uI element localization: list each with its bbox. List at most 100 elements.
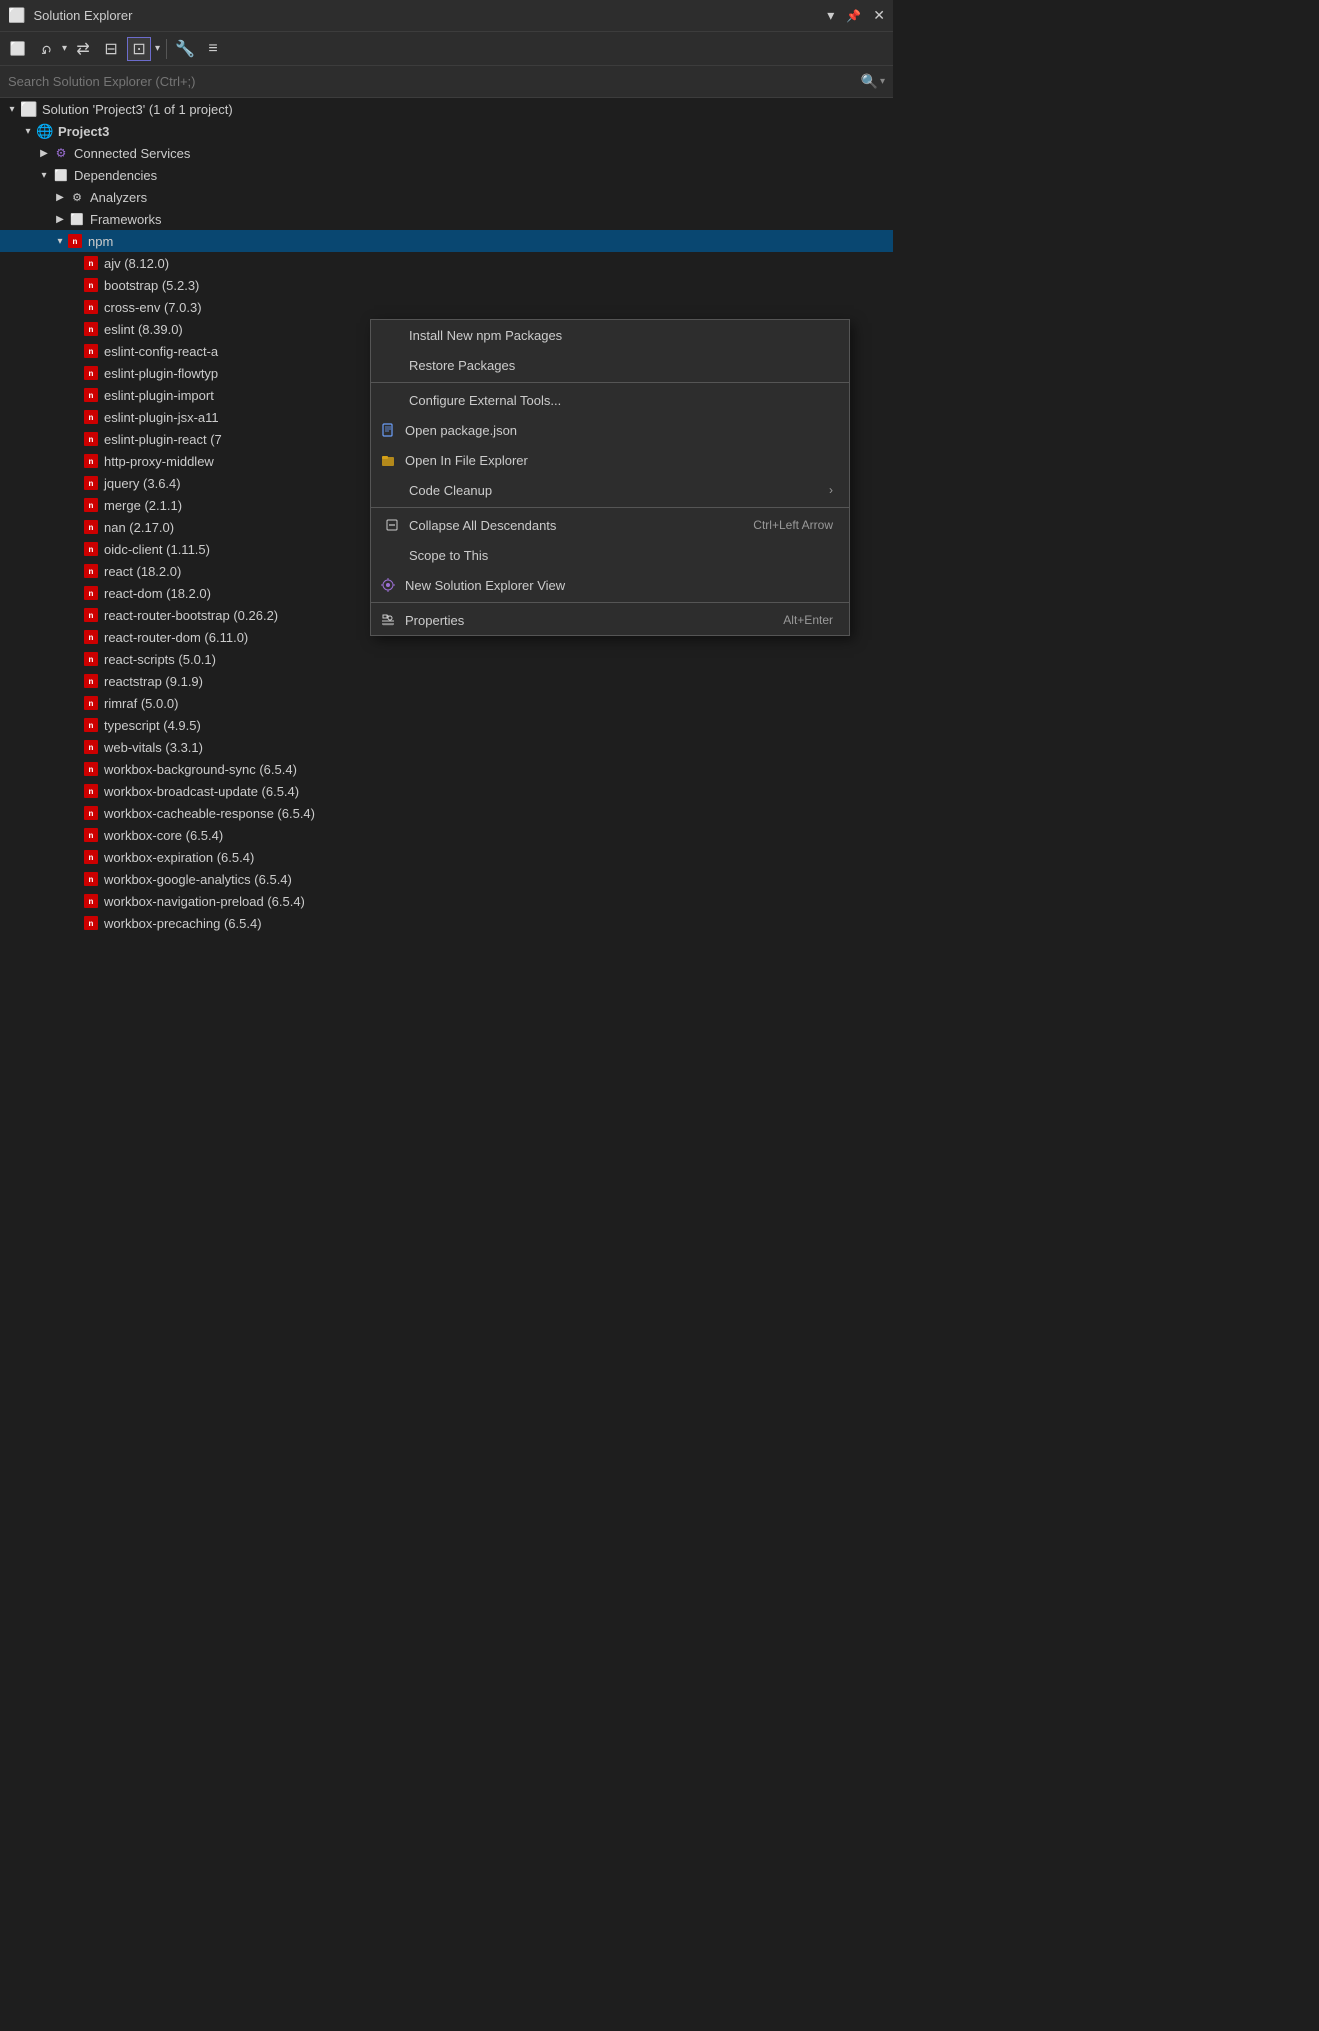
- list-item[interactable]: n react-scripts (5.0.1): [0, 648, 893, 670]
- list-item[interactable]: n workbox-background-sync (6.5.4): [0, 758, 893, 780]
- toolbar-settings[interactable]: 🔧: [173, 37, 197, 61]
- list-item[interactable]: n workbox-core (6.5.4): [0, 824, 893, 846]
- list-item[interactable]: n workbox-google-analytics (6.5.4): [0, 868, 893, 890]
- context-menu-item-install-npm[interactable]: Install New npm Packages: [371, 320, 849, 350]
- dropdown-button[interactable]: ▾: [827, 7, 834, 24]
- toolbar-filter[interactable]: ⊡: [127, 37, 151, 61]
- tree-container[interactable]: ▾ ⬜ Solution 'Project3' (1 of 1 project)…: [0, 98, 893, 1380]
- dependencies-label: Dependencies: [74, 168, 157, 183]
- package-icon: n: [84, 850, 98, 864]
- toolbar-go-back[interactable]: ⬜: [6, 37, 30, 61]
- scope-label: Scope to This: [409, 548, 488, 563]
- menu-separator-1: [371, 382, 849, 383]
- npm-item[interactable]: ▾ n npm: [0, 230, 893, 252]
- npm-expand[interactable]: ▾: [52, 233, 68, 249]
- menu-separator-2: [371, 507, 849, 508]
- new-view-label: New Solution Explorer View: [405, 578, 565, 593]
- package-label: eslint-plugin-import: [104, 388, 214, 403]
- package-label: workbox-background-sync (6.5.4): [104, 762, 297, 777]
- package-icon: n: [84, 872, 98, 886]
- package-label: react-router-bootstrap (0.26.2): [104, 608, 278, 623]
- context-menu-item-collapse[interactable]: Collapse All Descendants Ctrl+Left Arrow: [371, 510, 849, 540]
- package-label: web-vitals (3.3.1): [104, 740, 203, 755]
- install-npm-label: Install New npm Packages: [409, 328, 562, 343]
- menu-item-left: New Solution Explorer View: [379, 576, 565, 594]
- context-menu-item-configure[interactable]: Configure External Tools...: [371, 385, 849, 415]
- project-label: Project3: [58, 124, 109, 139]
- package-label: bootstrap (5.2.3): [104, 278, 199, 293]
- code-cleanup-icon: [383, 481, 401, 499]
- list-item[interactable]: n workbox-cacheable-response (6.5.4): [0, 802, 893, 824]
- package-label: rimraf (5.0.0): [104, 696, 178, 711]
- solution-expand-arrow[interactable]: ▾: [4, 101, 20, 117]
- list-item[interactable]: n workbox-navigation-preload (6.5.4): [0, 890, 893, 912]
- package-icon: n: [84, 366, 98, 380]
- package-label: react-dom (18.2.0): [104, 586, 211, 601]
- list-item[interactable]: n cross-env (7.0.3): [0, 296, 893, 318]
- list-item[interactable]: n web-vitals (3.3.1): [0, 736, 893, 758]
- package-label: jquery (3.6.4): [104, 476, 181, 491]
- context-menu-item-open-package[interactable]: Open package.json: [371, 415, 849, 445]
- list-item[interactable]: n rimraf (5.0.0): [0, 692, 893, 714]
- search-dropdown[interactable]: ▾: [880, 76, 885, 87]
- connected-services-expand[interactable]: ▶: [36, 145, 52, 161]
- dependencies-item[interactable]: ▾ ⬜ Dependencies: [0, 164, 893, 186]
- context-menu-item-properties[interactable]: Properties Alt+Enter: [371, 605, 849, 635]
- list-item[interactable]: n reactstrap (9.1.9): [0, 670, 893, 692]
- properties-icon: [379, 611, 397, 629]
- list-item[interactable]: n workbox-precaching (6.5.4): [0, 912, 893, 934]
- package-icon: n: [84, 476, 98, 490]
- list-item[interactable]: n ajv (8.12.0): [0, 252, 893, 274]
- package-icon: n: [84, 432, 98, 446]
- context-menu-item-restore[interactable]: Restore Packages: [371, 350, 849, 380]
- list-item[interactable]: n workbox-broadcast-update (6.5.4): [0, 780, 893, 802]
- list-item[interactable]: n typescript (4.9.5): [0, 714, 893, 736]
- context-menu-item-open-explorer[interactable]: Open In File Explorer: [371, 445, 849, 475]
- search-icon[interactable]: 🔍: [861, 73, 878, 90]
- toolbar-dropdown-arrow2[interactable]: ▾: [155, 43, 160, 54]
- solution-icon: ⬜: [20, 100, 38, 118]
- code-cleanup-label: Code Cleanup: [409, 483, 492, 498]
- new-view-icon: [379, 576, 397, 594]
- menu-item-left: Install New npm Packages: [383, 326, 562, 344]
- context-menu-item-scope[interactable]: Scope to This: [371, 540, 849, 570]
- menu-separator-3: [371, 602, 849, 603]
- dependencies-expand[interactable]: ▾: [36, 167, 52, 183]
- toolbar-dropdown-arrow1[interactable]: ▾: [62, 43, 67, 54]
- package-label: react-router-dom (6.11.0): [104, 630, 248, 645]
- analyzers-label: Analyzers: [90, 190, 147, 205]
- package-label: workbox-broadcast-update (6.5.4): [104, 784, 299, 799]
- project-item[interactable]: ▾ 🌐 Project3: [0, 120, 893, 142]
- pin-button[interactable]: 📌: [846, 9, 861, 23]
- go-back-icon: ⬜: [10, 41, 26, 57]
- context-menu-item-new-view[interactable]: New Solution Explorer View: [371, 570, 849, 600]
- toolbar-options[interactable]: ≡: [201, 37, 225, 61]
- search-input[interactable]: [8, 74, 861, 89]
- menu-item-left: Open In File Explorer: [379, 451, 528, 469]
- solution-item[interactable]: ▾ ⬜ Solution 'Project3' (1 of 1 project): [0, 98, 893, 120]
- package-icon: n: [84, 388, 98, 402]
- solution-explorer-icon: ⬜: [8, 7, 25, 24]
- toolbar-collapse-all[interactable]: ⇄: [71, 37, 95, 61]
- package-icon: n: [84, 278, 98, 292]
- package-label: workbox-precaching (6.5.4): [104, 916, 262, 931]
- frameworks-expand[interactable]: ▶: [52, 211, 68, 227]
- list-item[interactable]: n bootstrap (5.2.3): [0, 274, 893, 296]
- analyzers-item[interactable]: ▶ ⚙ Analyzers: [0, 186, 893, 208]
- close-button[interactable]: ✕: [873, 7, 885, 24]
- package-label: workbox-navigation-preload (6.5.4): [104, 894, 305, 909]
- project-expand-arrow[interactable]: ▾: [20, 123, 36, 139]
- context-menu-item-code-cleanup[interactable]: Code Cleanup ›: [371, 475, 849, 505]
- package-icon: n: [84, 696, 98, 710]
- package-label: cross-env (7.0.3): [104, 300, 202, 315]
- list-item[interactable]: n workbox-expiration (6.5.4): [0, 846, 893, 868]
- context-menu: Install New npm Packages Restore Package…: [370, 319, 850, 636]
- package-icon: n: [84, 652, 98, 666]
- connected-services-item[interactable]: ▶ ⚙ Connected Services: [0, 142, 893, 164]
- analyzers-expand[interactable]: ▶: [52, 189, 68, 205]
- toolbar-show-all-files[interactable]: ⊟: [99, 37, 123, 61]
- package-icon: n: [84, 718, 98, 732]
- frameworks-item[interactable]: ▶ ⬜ Frameworks: [0, 208, 893, 230]
- toolbar-refresh[interactable]: ↺: [34, 37, 58, 61]
- package-icon: n: [84, 542, 98, 556]
